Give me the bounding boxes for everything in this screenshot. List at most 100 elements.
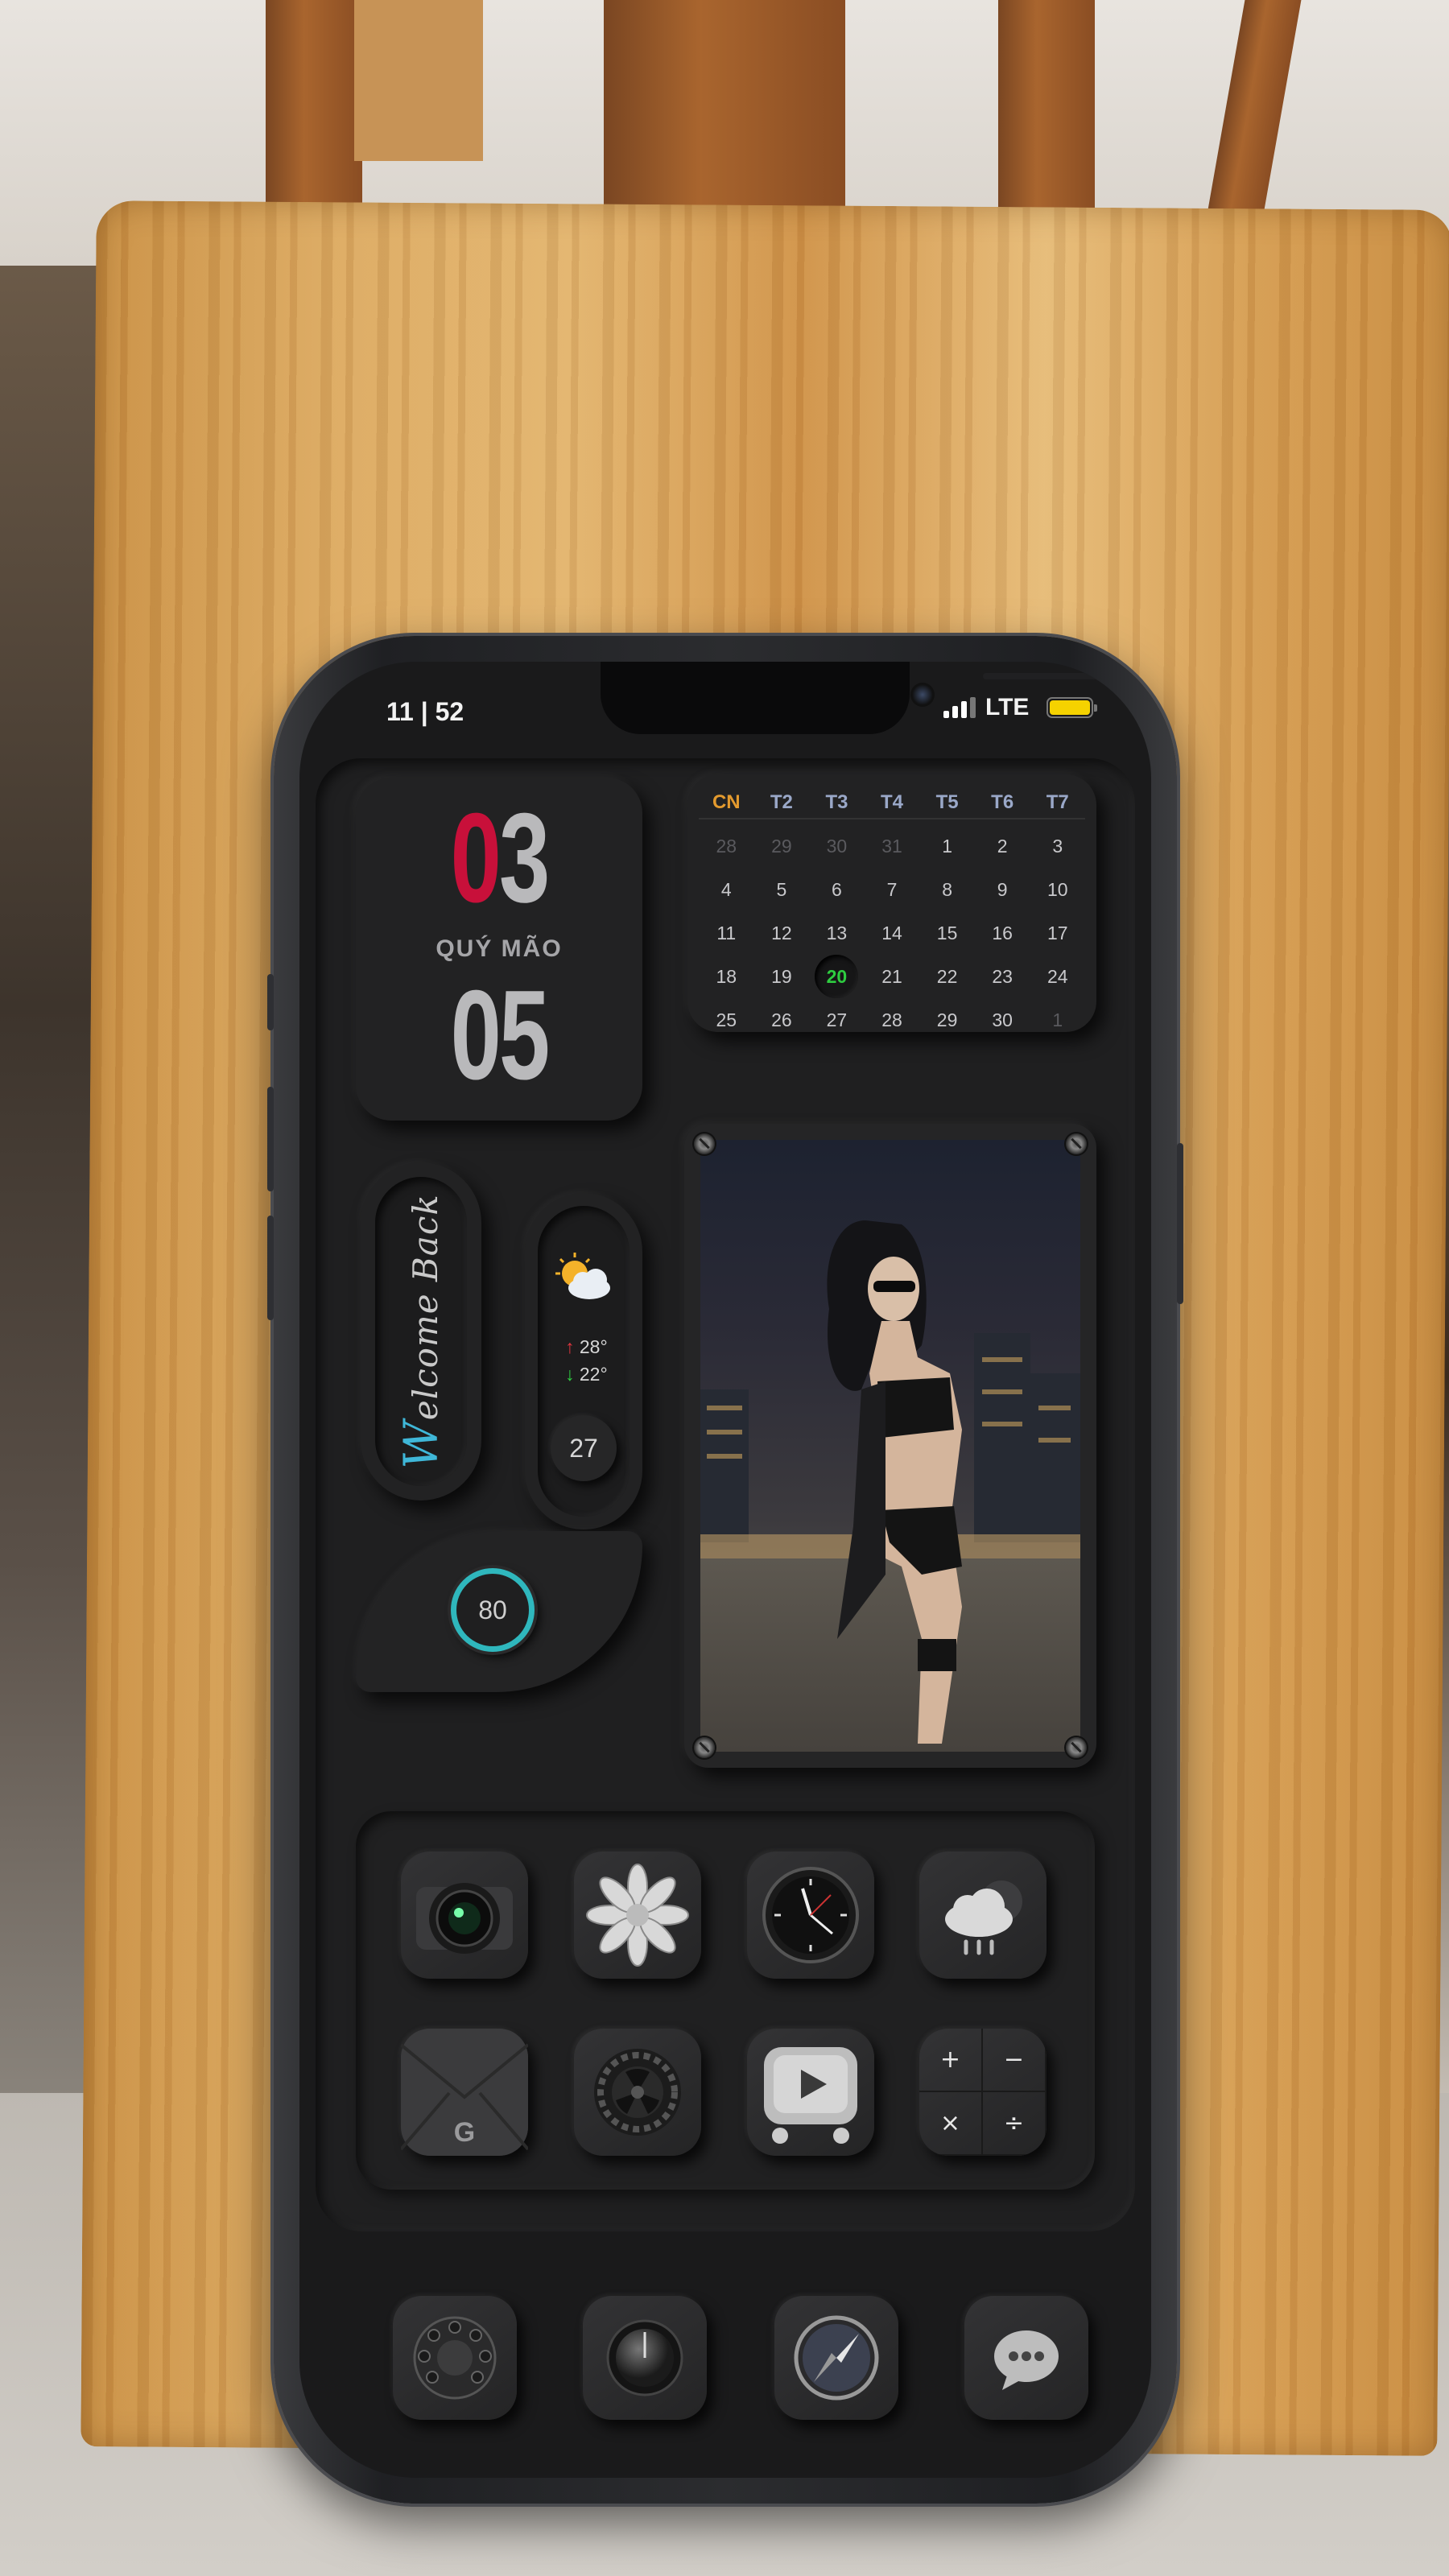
welcome-text: Welcome Back xyxy=(394,1194,448,1469)
calendar-day[interactable]: 18 xyxy=(699,966,754,988)
calendar-week-row: 28 29 30 31 1 2 3 xyxy=(699,824,1085,868)
calendar-day[interactable]: 17 xyxy=(1030,923,1085,944)
youtube-app[interactable] xyxy=(747,2029,874,2156)
calendar-day[interactable]: 8 xyxy=(919,879,975,901)
calendar-day[interactable]: 30 xyxy=(809,836,865,857)
calendar-week-row: 11 12 13 14 15 16 17 xyxy=(699,911,1085,955)
calendar-day[interactable]: 9 xyxy=(975,879,1030,901)
calendar-day[interactable]: 1 xyxy=(919,836,975,857)
wallpaper-photo xyxy=(700,1140,1080,1752)
calendar-week-row: 4 5 6 7 8 9 10 xyxy=(699,868,1085,911)
multiply-icon: × xyxy=(919,2092,983,2156)
screw-icon xyxy=(694,1133,715,1154)
calendar-day[interactable]: 25 xyxy=(699,1009,754,1031)
calendar-grid: CN T2 T3 T4 T5 T6 T7 28 29 30 31 1 2 3 4 5 6 7 8 9 10 11 12 13 1… xyxy=(699,787,1085,1042)
calendar-day[interactable]: 12 xyxy=(754,923,810,944)
calendar-weekday: T3 xyxy=(825,791,848,813)
home-screen: 11 | 52 LTE 03 QUÝ MÃO 05 CN T2 T3 T4 T5 T6 T7… xyxy=(299,662,1151,2478)
phone-icon xyxy=(413,2316,497,2400)
photos-icon xyxy=(586,1864,689,1967)
temp-high: ↑ 28° xyxy=(565,1336,608,1357)
calendar-day[interactable]: 1 xyxy=(1030,1009,1085,1031)
battery-ring: 80 xyxy=(451,1568,535,1652)
welcome-widget[interactable]: Welcome Back xyxy=(361,1162,481,1501)
clock-app[interactable] xyxy=(747,1852,874,1979)
calendar-weekday-row: CN T2 T3 T4 T5 T6 T7 xyxy=(699,787,1085,819)
calendar-day[interactable]: 29 xyxy=(919,1009,975,1031)
weather-app[interactable] xyxy=(919,1852,1046,1979)
calendar-day[interactable]: 24 xyxy=(1030,966,1085,988)
youtube-icon xyxy=(764,2047,857,2144)
plus-icon: + xyxy=(919,2029,983,2092)
calendar-weekday: CN xyxy=(712,791,741,813)
calendar-day[interactable]: 27 xyxy=(809,1009,865,1031)
calendar-day[interactable]: 19 xyxy=(754,966,810,988)
calendar-today[interactable]: 20 xyxy=(809,955,865,998)
calendar-day[interactable]: 30 xyxy=(975,1009,1030,1031)
network-label: LTE xyxy=(985,694,1030,720)
calendar-day[interactable]: 5 xyxy=(754,879,810,901)
calendar-day[interactable]: 22 xyxy=(919,966,975,988)
portrait-figure xyxy=(827,1220,962,1744)
wood-plank xyxy=(266,0,362,209)
calendar-day[interactable]: 16 xyxy=(975,923,1030,944)
calculator-app[interactable]: + − × ÷ xyxy=(919,2029,1046,2156)
safari-app[interactable] xyxy=(774,2296,898,2420)
calendar-day[interactable]: 28 xyxy=(865,1009,920,1031)
calendar-day[interactable]: 14 xyxy=(865,923,920,944)
calendar-day[interactable]: 11 xyxy=(699,923,754,944)
calendar-day[interactable]: 28 xyxy=(699,836,754,857)
photos-app[interactable] xyxy=(574,1852,701,1979)
calendar-week-row: 18 19 20 21 22 23 24 xyxy=(699,955,1085,998)
calendar-day[interactable]: 10 xyxy=(1030,879,1085,901)
calendar-day[interactable]: 15 xyxy=(919,923,975,944)
partly-cloudy-icon xyxy=(555,1253,610,1299)
app-grid: G + − × ÷ xyxy=(356,1811,1095,2190)
calendar-weekday: T2 xyxy=(770,791,793,813)
day-number: 03 xyxy=(450,787,551,929)
calendar-day[interactable]: 13 xyxy=(809,923,865,944)
signal-icon xyxy=(943,697,976,718)
calendar-day[interactable]: 6 xyxy=(809,879,865,901)
calendar-day[interactable]: 7 xyxy=(865,879,920,901)
calendar-day[interactable]: 21 xyxy=(865,966,920,988)
calendar-day[interactable]: 29 xyxy=(754,836,810,857)
calendar-widget[interactable]: CN T2 T3 T4 T5 T6 T7 28 29 30 31 1 2 3 4 5 6 7 8 9 10 11 12 13 1… xyxy=(687,774,1096,1032)
calendar-weekday: T6 xyxy=(991,791,1014,813)
front-camera-icon xyxy=(910,683,935,707)
calendar-day[interactable]: 3 xyxy=(1030,836,1085,857)
battery-icon xyxy=(1046,697,1098,718)
temp-low: ↓ 22° xyxy=(565,1364,608,1385)
messages-icon xyxy=(994,2330,1059,2390)
messages-app[interactable] xyxy=(964,2296,1088,2420)
settings-icon xyxy=(594,2049,681,2136)
music-app[interactable] xyxy=(583,2296,707,2420)
weather-widget[interactable]: ↑ 28° ↓ 22° 27 xyxy=(525,1193,642,1530)
speaker-grille xyxy=(983,673,1120,679)
side-button xyxy=(267,974,274,1030)
calendar-day[interactable]: 2 xyxy=(975,836,1030,857)
power-button xyxy=(1177,1143,1183,1304)
volume-down-button xyxy=(267,1216,274,1320)
screw-icon xyxy=(1066,1133,1087,1154)
date-widget[interactable]: 03 QUÝ MÃO 05 xyxy=(356,778,642,1121)
safari-icon xyxy=(794,2315,879,2401)
calendar-day[interactable]: 26 xyxy=(754,1009,810,1031)
screw-icon xyxy=(694,1737,715,1758)
camera-icon xyxy=(416,1883,513,1954)
phone-mockup: 11 | 52 LTE 03 QUÝ MÃO 05 CN T2 T3 T4 T5 T6 T7… xyxy=(267,636,1183,2504)
settings-app[interactable] xyxy=(574,2029,701,2156)
volume-up-button xyxy=(267,1087,274,1191)
calendar-day[interactable]: 4 xyxy=(699,879,754,901)
phone-app[interactable] xyxy=(393,2296,517,2420)
month-number: 05 xyxy=(450,964,551,1106)
calendar-day[interactable]: 31 xyxy=(865,836,920,857)
calendar-day[interactable]: 23 xyxy=(975,966,1030,988)
divide-icon: ÷ xyxy=(983,2092,1046,2156)
camera-app[interactable] xyxy=(401,1852,528,1979)
calculator-icon: + − × ÷ xyxy=(919,2029,1046,2156)
weather-icon xyxy=(945,1880,1022,1955)
photo-widget[interactable] xyxy=(684,1124,1096,1768)
svg-text:G: G xyxy=(454,2117,475,2148)
mail-app[interactable]: G xyxy=(401,2029,528,2156)
